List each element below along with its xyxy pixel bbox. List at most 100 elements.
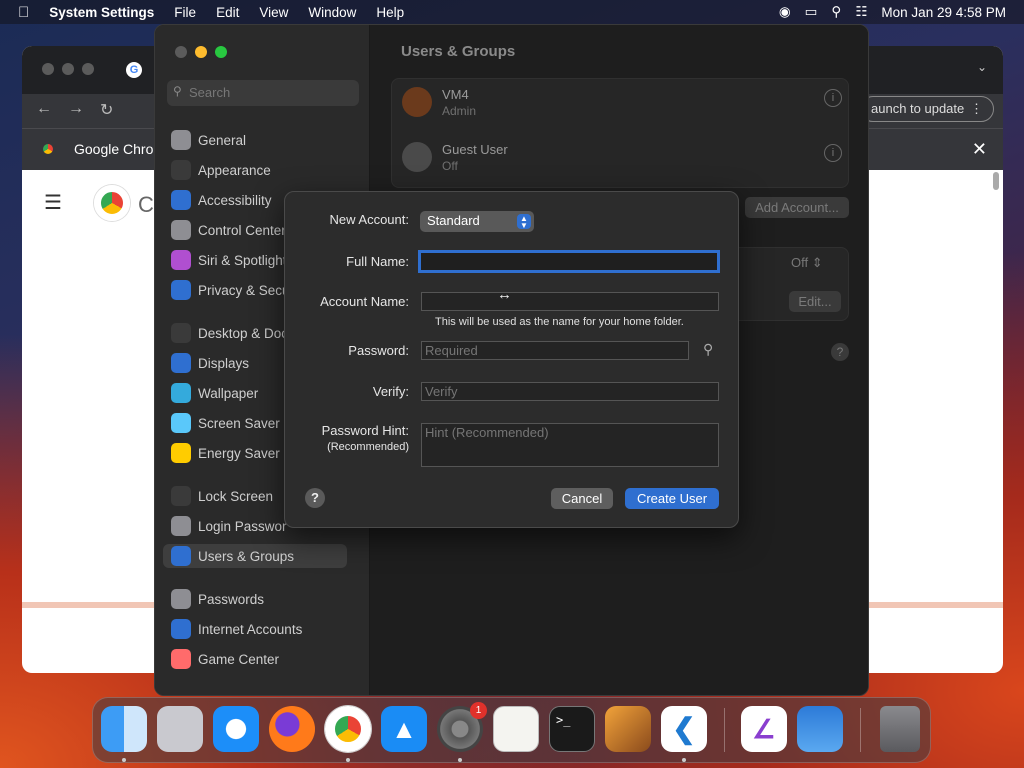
launchpad-icon[interactable]: [157, 706, 203, 752]
more-menu-icon[interactable]: ⋮: [970, 101, 983, 117]
sidebar-item-label: Appearance: [198, 162, 271, 178]
sidebar-item-screen-saver[interactable]: Screen Saver: [171, 411, 280, 435]
auto-login-popup[interactable]: Off ⇕: [791, 255, 823, 271]
visual-studio-icon[interactable]: ∠: [741, 706, 787, 752]
menu-clock[interactable]: Mon Jan 29 4:58 PM: [881, 5, 1006, 20]
menu-view[interactable]: View: [259, 5, 288, 20]
sidebar-item-appearance[interactable]: Appearance: [171, 158, 271, 182]
forward-arrow-icon[interactable]: →: [68, 100, 84, 118]
sidebar-item-accessibility[interactable]: Accessibility: [171, 188, 272, 212]
sidebar-item-icon: [171, 190, 191, 210]
relaunch-update-button[interactable]: aunch to update ⋮: [860, 96, 994, 122]
hamburger-menu-icon[interactable]: ☰: [44, 190, 62, 215]
notification-badge: 1: [470, 702, 487, 719]
reload-icon[interactable]: ↻: [100, 100, 113, 120]
sidebar-item-general[interactable]: General: [171, 128, 246, 152]
finder-icon[interactable]: [101, 706, 147, 752]
password-hint-field[interactable]: [421, 423, 719, 467]
close-button[interactable]: [175, 46, 187, 58]
sidebar-item-icon: [171, 546, 191, 566]
account-type-popup[interactable]: Standard ▲ ▼: [420, 211, 534, 232]
password-field[interactable]: [421, 341, 689, 360]
menu-file[interactable]: File: [174, 5, 196, 20]
menu-app-name[interactable]: System Settings: [49, 5, 154, 20]
help-button[interactable]: ?: [305, 488, 325, 508]
sidebar-item-siri-spotlight[interactable]: Siri & Spotlight: [171, 248, 287, 272]
apple-icon[interactable]: : [18, 4, 29, 21]
new-account-label: New Account:: [329, 212, 410, 227]
control-center-icon[interactable]: ☷: [855, 4, 867, 20]
sidebar-item-lock-screen[interactable]: Lock Screen: [171, 484, 273, 508]
menu-help[interactable]: Help: [376, 5, 404, 20]
terminal-icon[interactable]: >_: [549, 706, 595, 752]
password-assistant-key-icon[interactable]: ⚲: [703, 341, 713, 358]
chrome-icon[interactable]: [325, 706, 371, 752]
garageband-icon[interactable]: [605, 706, 651, 752]
info-icon[interactable]: i: [824, 144, 842, 162]
menu-edit[interactable]: Edit: [216, 5, 239, 20]
weather-icon[interactable]: [797, 706, 843, 752]
sidebar-item-label: Users & Groups: [198, 548, 295, 564]
vscode-icon[interactable]: ❮: [661, 706, 707, 752]
sidebar-item-internet-accounts[interactable]: Internet Accounts: [171, 617, 302, 641]
sidebar-item-login-passwor[interactable]: Login Passwor: [171, 514, 287, 538]
minimize-button[interactable]: [195, 46, 207, 58]
sidebar-item-displays[interactable]: Displays: [171, 351, 249, 375]
user-role: Off: [442, 159, 458, 173]
google-icon: G: [126, 62, 142, 78]
chrome-logo-icon: [40, 141, 56, 157]
verify-field[interactable]: [421, 382, 719, 401]
info-icon[interactable]: i: [824, 89, 842, 107]
sidebar-item-passwords[interactable]: Passwords: [171, 587, 264, 611]
screen-mirroring-icon[interactable]: ▭: [805, 4, 818, 20]
sidebar-item-wallpaper[interactable]: Wallpaper: [171, 381, 258, 405]
safari-icon[interactable]: [213, 706, 259, 752]
user-account-icon[interactable]: ◉: [779, 4, 791, 20]
edit-button[interactable]: Edit...: [789, 291, 841, 312]
sidebar-item-privacy-secu[interactable]: Privacy & Secu: [171, 278, 290, 302]
add-account-button[interactable]: Add Account...: [745, 197, 849, 218]
infobar-close-icon[interactable]: ✕: [972, 139, 987, 160]
create-user-button[interactable]: Create User: [625, 488, 719, 509]
app-store-icon[interactable]: ▲: [381, 706, 427, 752]
firefox-icon[interactable]: [269, 706, 315, 752]
sidebar-item-game-center[interactable]: Game Center: [171, 647, 279, 671]
sidebar-item-icon: [171, 619, 191, 639]
cancel-button[interactable]: Cancel: [551, 488, 613, 509]
sidebar-item-icon: [171, 323, 191, 343]
chrome-page-logo-icon: [94, 185, 130, 221]
menu-window[interactable]: Window: [308, 5, 356, 20]
sidebar-item-label: Desktop & Doc: [198, 325, 289, 341]
sidebar-item-icon: [171, 250, 191, 270]
sidebar-item-icon: [171, 413, 191, 433]
trash-icon[interactable]: [880, 706, 920, 752]
user-row-guest[interactable]: Guest User Off i: [402, 136, 842, 180]
sidebar-search-input[interactable]: ⚲ Search: [167, 80, 359, 106]
sidebar-item-label: Displays: [198, 355, 250, 371]
chrome-max-dot[interactable]: [82, 63, 94, 75]
sidebar-item-users-groups[interactable]: Users & Groups: [163, 544, 347, 568]
chevron-updown-icon: ▲ ▼: [517, 214, 531, 230]
relaunch-label: aunch to update: [871, 101, 965, 116]
sidebar-item-icon: [171, 220, 191, 240]
sidebar-item-label: General: [198, 132, 247, 148]
new-account-dialog: New Account: Standard ▲ ▼ Full Name: Accou…: [284, 191, 739, 528]
zoom-button[interactable]: [215, 46, 227, 58]
sidebar-item-desktop-doc[interactable]: Desktop & Doc: [171, 321, 288, 345]
sidebar-item-label: Screen Saver: [198, 415, 280, 431]
sidebar-item-control-center[interactable]: Control Center: [171, 218, 286, 242]
chrome-close-dot[interactable]: [42, 63, 54, 75]
scrollbar-thumb[interactable]: [993, 172, 999, 190]
full-name-field[interactable]: [418, 250, 720, 273]
textedit-icon[interactable]: [493, 706, 539, 752]
back-arrow-icon[interactable]: ←: [36, 100, 52, 118]
spotlight-search-icon[interactable]: ⚲: [831, 4, 841, 20]
sidebar-item-energy-saver[interactable]: Energy Saver: [171, 441, 280, 465]
sidebar-item-icon: [171, 160, 191, 180]
chrome-min-dot[interactable]: [62, 63, 74, 75]
account-name-field[interactable]: [421, 292, 719, 311]
pane-help-icon[interactable]: ?: [831, 343, 849, 361]
person-avatar-icon: [402, 142, 432, 172]
tab-search-chevron-icon[interactable]: ⌄: [977, 60, 987, 74]
user-row-vm4[interactable]: VM4 Admin i: [402, 81, 842, 125]
